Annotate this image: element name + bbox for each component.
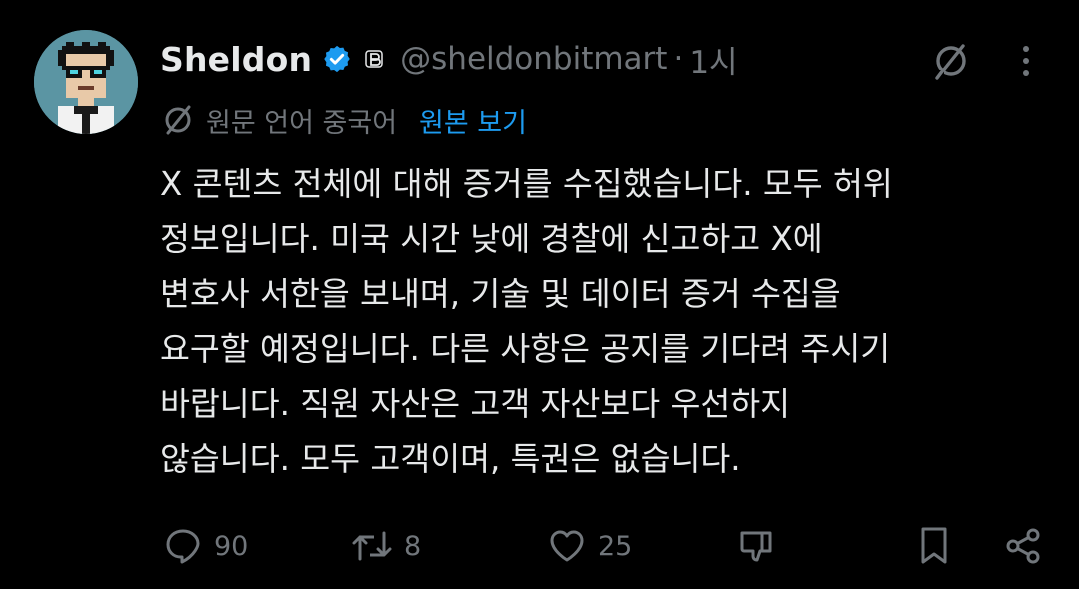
reply-button[interactable]: 90 — [162, 518, 248, 574]
verified-badge-icon[interactable] — [322, 44, 352, 74]
more-options-icon[interactable] — [1012, 38, 1040, 84]
reply-count: 90 — [214, 530, 249, 562]
translation-note: 원문 언어 중국어 — [206, 107, 398, 139]
tweet: Sheldon @sheldonbitmart · 1시 원문 언어 중국어 원… — [0, 0, 1079, 589]
handle[interactable]: @sheldonbitmart — [400, 41, 667, 77]
thumbs-down-icon — [740, 531, 772, 562]
pixel-art-avatar-icon — [34, 30, 138, 134]
grok-icon[interactable] — [928, 38, 974, 84]
heart-icon — [550, 530, 584, 562]
repost-count: 8 — [404, 530, 422, 562]
post-text-line: 않습니다. 모두 고객이며, 특권은 없습니다. — [160, 440, 741, 478]
repost-icon — [352, 531, 392, 561]
post-text-line: 정보입니다. 미국 시간 낮에 경찰에 신고하고 X에 — [160, 220, 823, 258]
repost-button[interactable]: 8 — [350, 518, 421, 574]
post-header: Sheldon @sheldonbitmart · 1시 — [160, 34, 738, 84]
post-text-line: 변호사 서한을 보내며, 기술 및 데이터 증거 수집을 — [160, 275, 841, 313]
share-icon — [1006, 528, 1040, 564]
action-bar: 90 8 25 — [160, 518, 1050, 574]
like-button[interactable]: 25 — [546, 518, 632, 574]
timestamp[interactable]: 1시 — [689, 37, 737, 82]
bookmark-button[interactable] — [916, 518, 952, 574]
post-text-line: X 콘텐츠 전체에 대해 증거를 수집했습니다. 모두 허위 — [160, 165, 893, 203]
reply-icon — [166, 529, 200, 564]
downvote-button[interactable] — [736, 518, 780, 574]
affiliate-badge-icon[interactable] — [362, 47, 386, 71]
avatar[interactable] — [34, 30, 138, 134]
post-text-line: 요구할 예정입니다. 다른 사항은 공지를 기다려 주시기 — [160, 330, 891, 368]
separator: · — [673, 41, 684, 77]
like-count: 25 — [598, 530, 633, 562]
display-name[interactable]: Sheldon — [160, 40, 312, 79]
view-original-link[interactable]: 원본 보기 — [419, 101, 527, 140]
translation-notice: 원문 언어 중국어 원본 보기 — [160, 98, 527, 142]
share-button[interactable] — [1002, 518, 1044, 574]
translate-icon — [160, 102, 196, 138]
post-text-line: 바랍니다. 직원 자산은 고객 자산보다 우선하지 — [160, 385, 791, 423]
post-text: X 콘텐츠 전체에 대해 증거를 수집했습니다. 모두 허위 정보입니다. 미국… — [160, 157, 1040, 487]
bookmark-icon — [921, 527, 947, 564]
